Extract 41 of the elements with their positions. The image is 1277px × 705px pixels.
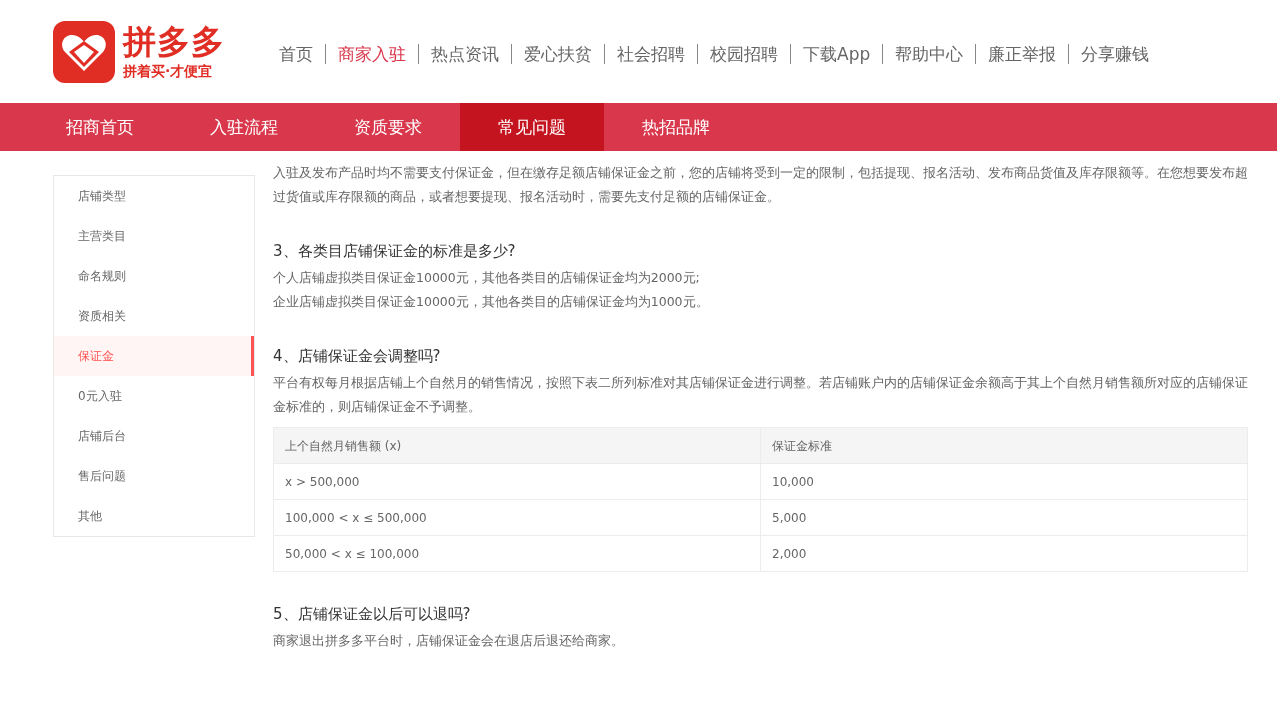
- nav-link[interactable]: 分享赚钱: [1068, 43, 1162, 64]
- sidebar-item[interactable]: 售后问题: [54, 456, 254, 496]
- paragraph: 个人店铺虚拟类目保证金10000元，其他各类目的店铺保证金均为2000元; 企业店铺虚拟类目保证金10000元，其他各类目的店铺保证金均为1000元。: [273, 269, 710, 311]
- question-heading: 5、店铺保证金以后可以退吗?: [273, 605, 472, 623]
- nav-tab[interactable]: 资质要求: [316, 103, 460, 151]
- sidebar-item[interactable]: 其他: [54, 496, 254, 536]
- table-cell: 5,000: [760, 499, 1248, 536]
- nav-tab[interactable]: 热招品牌: [604, 103, 748, 151]
- sidebar-item[interactable]: 主营类目: [54, 216, 254, 256]
- column-header: 上个自然月销售额 (x): [273, 427, 761, 464]
- nav-tab[interactable]: 入驻流程: [172, 103, 316, 151]
- sidebar-item[interactable]: 资质相关: [54, 296, 254, 336]
- nav-link[interactable]: 爱心扶贫: [511, 43, 604, 64]
- nav-link[interactable]: 校园招聘: [697, 43, 790, 64]
- nav-link[interactable]: 廉正举报: [975, 43, 1069, 64]
- nav-link[interactable]: 商家入驻: [325, 43, 418, 64]
- table-cell: 100,000 < x ≤ 500,000: [273, 499, 761, 536]
- nav-link[interactable]: 热点资讯: [418, 43, 511, 64]
- nav-tab[interactable]: 招商首页: [28, 103, 172, 151]
- paragraph: 商家退出拼多多平台时，店铺保证金会在退店后退还给商家。: [273, 632, 625, 650]
- nav-tab[interactable]: 常见问题: [460, 103, 604, 151]
- nav-link[interactable]: 社会招聘: [604, 43, 697, 64]
- logo-wordmark: 拼多多: [123, 25, 225, 58]
- paragraph: 平台有权每月根据店铺上个自然月的销售情况，按照下表二所列标准对其店铺保证金进行调整。若店铺账户内的店铺保证金余额高于其上个自然月销售额所对应的店铺保证金标准的，则店铺保证金不予调整。: [273, 374, 1248, 416]
- table-cell: 10,000: [760, 463, 1248, 500]
- nav-link[interactable]: 首页: [277, 43, 325, 64]
- logo-slogan: 拼着买·才便宜: [123, 64, 214, 78]
- sidebar-item[interactable]: 店铺类型: [54, 176, 254, 216]
- table-cell: 50,000 < x ≤ 100,000: [273, 535, 761, 572]
- sidebar-item[interactable]: 0元入驻: [54, 376, 254, 416]
- table-cell: 2,000: [760, 535, 1248, 572]
- table-cell: x > 500,000: [273, 463, 761, 500]
- sidebar-item[interactable]: 命名规则: [54, 256, 254, 296]
- column-header: 保证金标准: [760, 427, 1248, 464]
- logo-icon: [53, 20, 115, 83]
- nav-link[interactable]: 下载App: [790, 43, 883, 64]
- sidebar-item[interactable]: 店铺后台: [54, 416, 254, 456]
- paragraph: 入驻及发布产品时均不需要支付保证金，但在缴存足额店铺保证金之前，您的店铺将受到一定的限制，包括提现、报名活动、发布商品货值及库存限额等。在您想要发布超过货值或库存限额的商品，或者想要提现、报名活动时，需要先支付足额的店铺保证金。: [273, 164, 1248, 206]
- question-heading: 3、各类目店铺保证金的标准是多少?: [273, 242, 517, 260]
- question-heading: 4、店铺保证金会调整吗?: [273, 347, 442, 365]
- nav-link[interactable]: 帮助中心: [882, 43, 976, 64]
